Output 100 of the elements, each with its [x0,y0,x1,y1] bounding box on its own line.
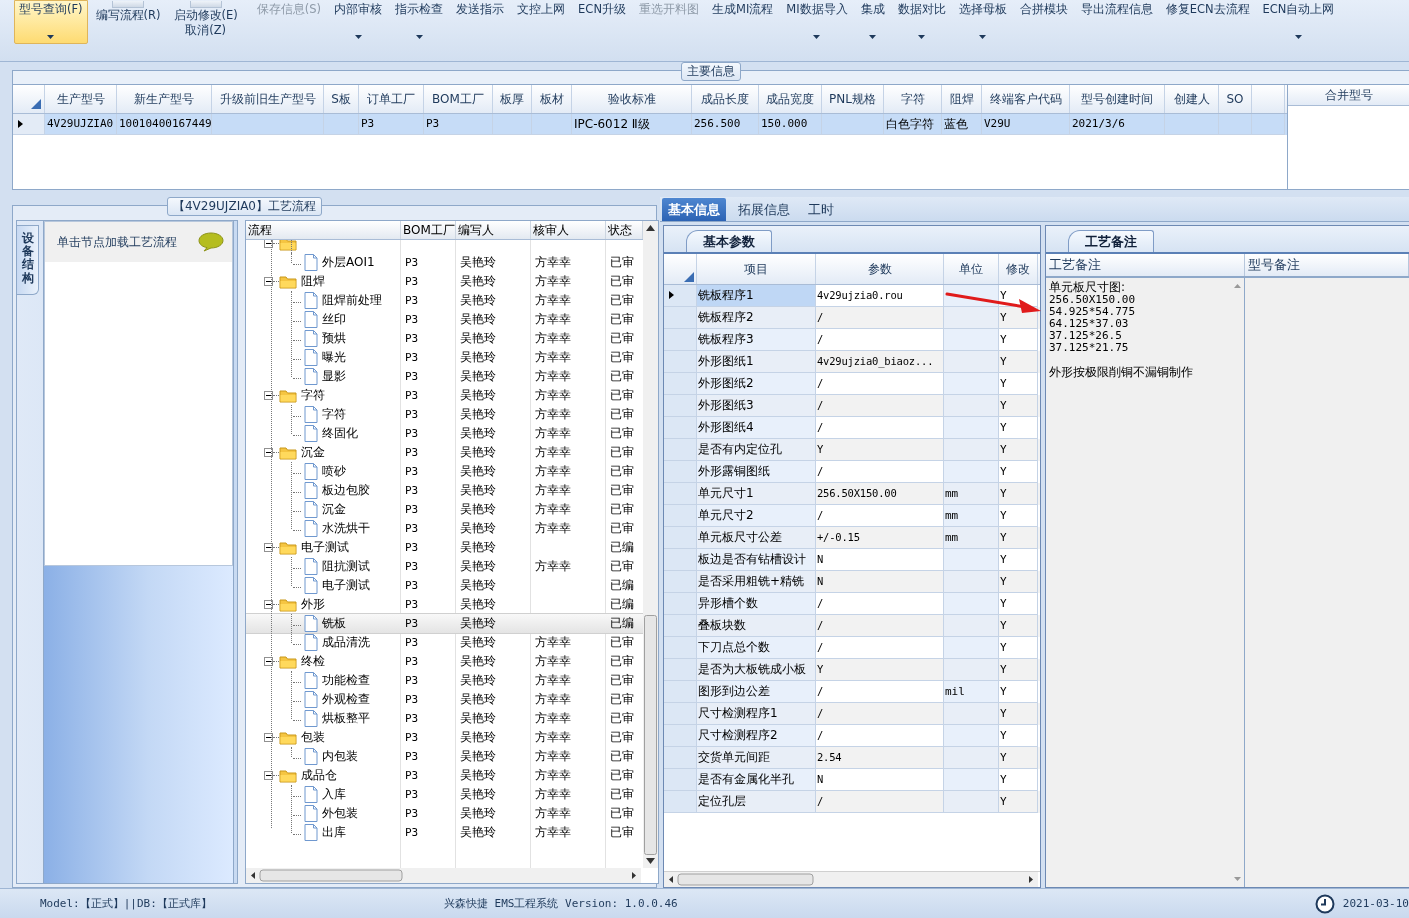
tree-node-label[interactable]: 阻焊前处理 [322,291,382,310]
tree-node-label[interactable]: 板边包胶 [322,481,370,500]
column-header[interactable]: 板厚 [493,85,532,113]
vertical-tab[interactable]: 设备结构 [17,225,39,295]
table-row[interactable]: 尺寸检测程序2 / Y [664,725,1040,747]
table-row[interactable]: 外形图纸3 / Y [664,395,1040,417]
table-row[interactable]: 铣板程序1 4v29ujzia0.rou Y [664,285,1040,307]
tree-row[interactable]: 烘板整平 P3 吴艳玲 方幸幸 已审 [246,709,643,728]
tree-node-label[interactable]: 外层AOI1 [322,253,375,272]
column-header[interactable]: BOM工厂 [424,85,493,113]
tree-row[interactable]: 内包装 P3 吴艳玲 方幸幸 已审 [246,747,643,766]
tab[interactable]: 工艺备注 [1068,230,1154,252]
table-row[interactable]: 外形图纸2 / Y [664,373,1040,395]
tree-row[interactable]: 水洗烘干 P3 吴艳玲 方幸幸 已审 [246,519,643,538]
tree-row[interactable]: 预烘 P3 吴艳玲 方幸幸 已审 [246,329,643,348]
table-row[interactable]: 异形槽个数 / Y [664,593,1040,615]
table-row[interactable]: 叠板块数 / Y [664,615,1040,637]
tab[interactable]: 基本信息 [662,198,726,221]
toolbar-button[interactable]: 生成MI流程 [707,0,779,44]
column-header[interactable]: 验收标准 [572,85,692,113]
tree-row[interactable]: 曝光 P3 吴艳玲 方幸幸 已审 [246,348,643,367]
tree-row[interactable]: 外层AOI1 P3 吴艳玲 方幸幸 已审 [246,253,643,272]
scrollbar-thumb[interactable] [644,614,657,855]
table-row[interactable]: 是否采用粗铣+精铣 N Y [664,571,1040,593]
tree-node-label[interactable]: 功能检查 [322,671,370,690]
tree-row[interactable]: 喷砂 P3 吴艳玲 方幸幸 已审 [246,462,643,481]
tree-node-label[interactable]: 包装 [301,728,325,747]
column-header[interactable]: 工艺备注 [1046,254,1245,276]
collapse-icon[interactable] [264,733,273,742]
column-header[interactable]: 核审人 [531,221,606,239]
table-row[interactable]: 是否有内定位孔 Y Y [664,439,1040,461]
tree-row[interactable]: 外观检查 P3 吴艳玲 方幸幸 已审 [246,690,643,709]
tree-row[interactable]: 入库 P3 吴艳玲 方幸幸 已审 [246,785,643,804]
tree-node-label[interactable]: 丝印 [322,310,346,329]
table-row[interactable]: 单元尺寸2 / mm Y [664,505,1040,527]
column-header[interactable]: S板 [324,85,359,113]
toolbar-button[interactable]: 指示检查 [390,0,449,44]
tree-row[interactable]: 字符 P3 吴艳玲 方幸幸 已审 [246,405,643,424]
tree-row[interactable]: 成品仓 P3 吴艳玲 方幸幸 已审 [246,766,643,785]
tree-node-label[interactable]: 字符 [301,386,325,405]
column-header[interactable]: 编写人 [456,221,531,239]
scrollbar[interactable] [664,872,1038,887]
tree-row[interactable]: 阻焊 P3 吴艳玲 方幸幸 已审 [246,272,643,291]
toolbar-button[interactable]: 数据对比 [892,0,951,44]
toolbar-button[interactable]: 启动修改(E) 取消(Z) [168,0,243,44]
column-header[interactable]: 板材 [532,85,572,113]
tree-node-label[interactable]: 电子测试 [301,538,349,557]
tree-node-label[interactable]: 字符 [322,405,346,424]
tree-node-label[interactable]: 沉金 [301,443,325,462]
column-header[interactable]: 终端客户代码 [982,85,1070,113]
tree-row[interactable]: 包装 P3 吴艳玲 方幸幸 已审 [246,728,643,747]
collapse-icon[interactable] [264,448,273,457]
toolbar-button[interactable]: 型号查询(F) [14,0,88,44]
tree-node-label[interactable]: 外形 [301,595,325,614]
tab[interactable]: 工时 [802,198,840,221]
column-header[interactable]: 升级前旧生产型号 [212,85,324,113]
column-header[interactable]: 型号创建时间 [1070,85,1165,113]
tree-row[interactable]: 功能检查 P3 吴艳玲 方幸幸 已审 [246,671,643,690]
collapse-icon[interactable] [264,657,273,666]
tree-row[interactable]: 沉金 P3 吴艳玲 方幸幸 已审 [246,443,643,462]
table-row[interactable]: 定位孔层 / Y [664,791,1040,813]
column-header[interactable]: 生产型号 [45,85,117,113]
tree-row[interactable]: 字符 P3 吴艳玲 方幸幸 已审 [246,386,643,405]
tree-node-label[interactable]: 预烘 [322,329,346,348]
collapse-icon[interactable] [264,391,273,400]
tree-row[interactable]: 外形 P3 吴艳玲 已编 [246,595,643,614]
column-header[interactable]: 项目 [697,254,816,284]
tab[interactable]: 基本参数 [686,230,772,252]
toolbar-button[interactable]: 集成 [855,0,890,44]
table-row[interactable]: 尺寸检测程序1 / Y [664,703,1040,725]
column-header[interactable]: 阻焊 [942,85,982,113]
tree-row[interactable]: 电子测试 P3 吴艳玲 已编 [246,576,643,595]
column-header[interactable]: 参数 [816,254,944,284]
scrollbar[interactable] [643,221,658,868]
tree-node-label[interactable]: 外观检查 [322,690,370,709]
tree-node-label[interactable]: 烘板整平 [322,709,370,728]
toolbar-button[interactable]: 导出流程信息 [1075,0,1158,44]
tree-row[interactable]: 出库 P3 吴艳玲 方幸幸 已审 [246,823,643,842]
toolbar-button[interactable]: ECN自动上网 [1257,0,1340,44]
tree-node-label[interactable]: 成品仓 [301,766,337,785]
column-header[interactable]: 合并型号 [1288,85,1409,106]
collapse-icon[interactable] [264,543,273,552]
tree-node-label[interactable]: 内包装 [322,747,358,766]
tab[interactable]: 拓展信息 [732,198,796,221]
column-header[interactable]: 单位 [944,254,999,284]
scroll-down-icon[interactable] [646,858,655,864]
tree-node-label[interactable]: 外包装 [322,804,358,823]
tree-node-label[interactable]: 水洗烘干 [322,519,370,538]
table-row[interactable]: 交货单元间距 2.54 Y [664,747,1040,769]
table-row[interactable]: 外形图纸1 4v29ujzia0_biaoz... Y [664,351,1040,373]
tree-node-label[interactable]: 终固化 [322,424,358,443]
column-header[interactable]: 修改 [999,254,1038,284]
tree-node-label[interactable]: 沉金 [322,500,346,519]
tree-node-label[interactable]: 喷砂 [322,462,346,481]
tree-row[interactable]: 阻抗测试 P3 吴艳玲 方幸幸 已审 [246,557,643,576]
column-header[interactable]: SO [1219,85,1252,113]
tree-row[interactable]: 外包装 P3 吴艳玲 方幸幸 已审 [246,804,643,823]
collapse-icon[interactable] [264,600,273,609]
table-row[interactable]: 单元尺寸1 256.50X150.00 mm Y [664,483,1040,505]
tree-node-label[interactable]: 曝光 [322,348,346,367]
